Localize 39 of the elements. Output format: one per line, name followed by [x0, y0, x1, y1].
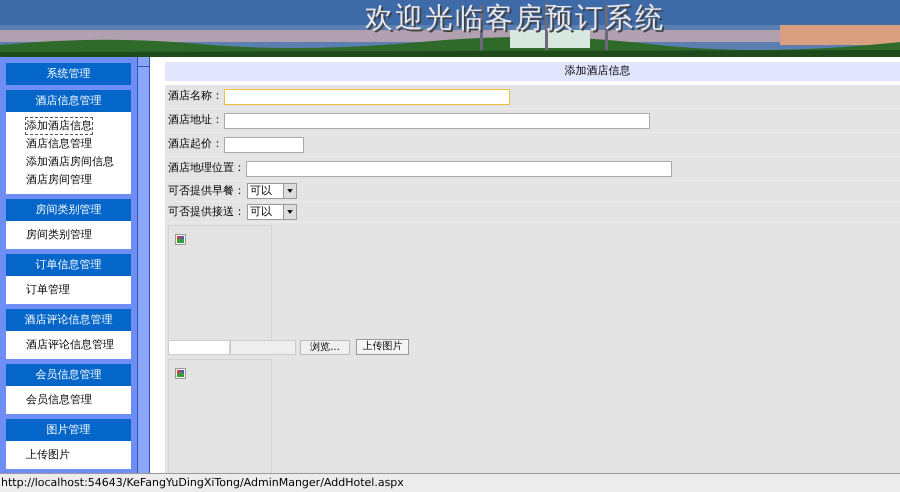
- field-label: 可否提供早餐：: [168, 182, 245, 199]
- menu-item[interactable]: 会员信息管理: [26, 392, 92, 408]
- upload-button[interactable]: 上传图片: [356, 339, 409, 355]
- menu-item[interactable]: 添加酒店房间信息: [26, 154, 114, 170]
- broken-image-icon: [175, 234, 186, 245]
- menu-group-header[interactable]: 系统管理: [6, 63, 131, 85]
- field-label: 酒店地址：: [168, 112, 223, 128]
- field-label: 酒店地理位置：: [168, 160, 245, 176]
- menu-item[interactable]: 酒店评论信息管理: [26, 337, 114, 353]
- menu-item[interactable]: 酒店房间管理: [26, 172, 92, 188]
- select-field[interactable]: 可以: [247, 183, 297, 199]
- menu-item[interactable]: 添加酒店信息: [26, 118, 92, 134]
- banner-title: 欢迎光临客房预订系统: [365, 2, 665, 34]
- page-title: 添加酒店信息: [564, 63, 630, 80]
- field-label: 酒店起价：: [168, 136, 223, 152]
- field-label: 可否提供接送：: [168, 204, 245, 220]
- caret-icon: [283, 205, 296, 219]
- input-field[interactable]: [224, 112, 650, 128]
- menu-item[interactable]: 上传图片: [26, 447, 70, 463]
- scrollbar[interactable]: [137, 57, 150, 473]
- menu-group-header[interactable]: 酒店评论信息管理: [6, 309, 131, 331]
- caret-icon: [283, 184, 296, 198]
- menu-item[interactable]: 订单管理: [26, 282, 70, 298]
- menu-item[interactable]: 酒店信息管理: [26, 136, 92, 152]
- file-path-field[interactable]: [168, 340, 230, 354]
- menu-group-header[interactable]: 酒店信息管理: [6, 90, 131, 112]
- broken-image-icon: [175, 368, 186, 379]
- field-label: 酒店名称：: [168, 88, 223, 104]
- input-field[interactable]: [224, 88, 510, 104]
- menu-group-header[interactable]: 会员信息管理: [6, 364, 131, 386]
- input-field[interactable]: [224, 136, 304, 152]
- menu-group-header[interactable]: 房间类别管理: [6, 199, 131, 221]
- menu-group-header[interactable]: 图片管理: [6, 419, 131, 441]
- menu-group-header[interactable]: 订单信息管理: [6, 254, 131, 276]
- menu-item[interactable]: 房间类别管理: [26, 227, 92, 243]
- status-url: http://localhost:54643/KeFangYuDingXiTong/AdminManger/AddHotel.aspx: [1, 474, 404, 491]
- select-field[interactable]: 可以: [247, 204, 297, 220]
- input-field[interactable]: [246, 160, 672, 176]
- browse-button[interactable]: 浏览...: [300, 340, 350, 354]
